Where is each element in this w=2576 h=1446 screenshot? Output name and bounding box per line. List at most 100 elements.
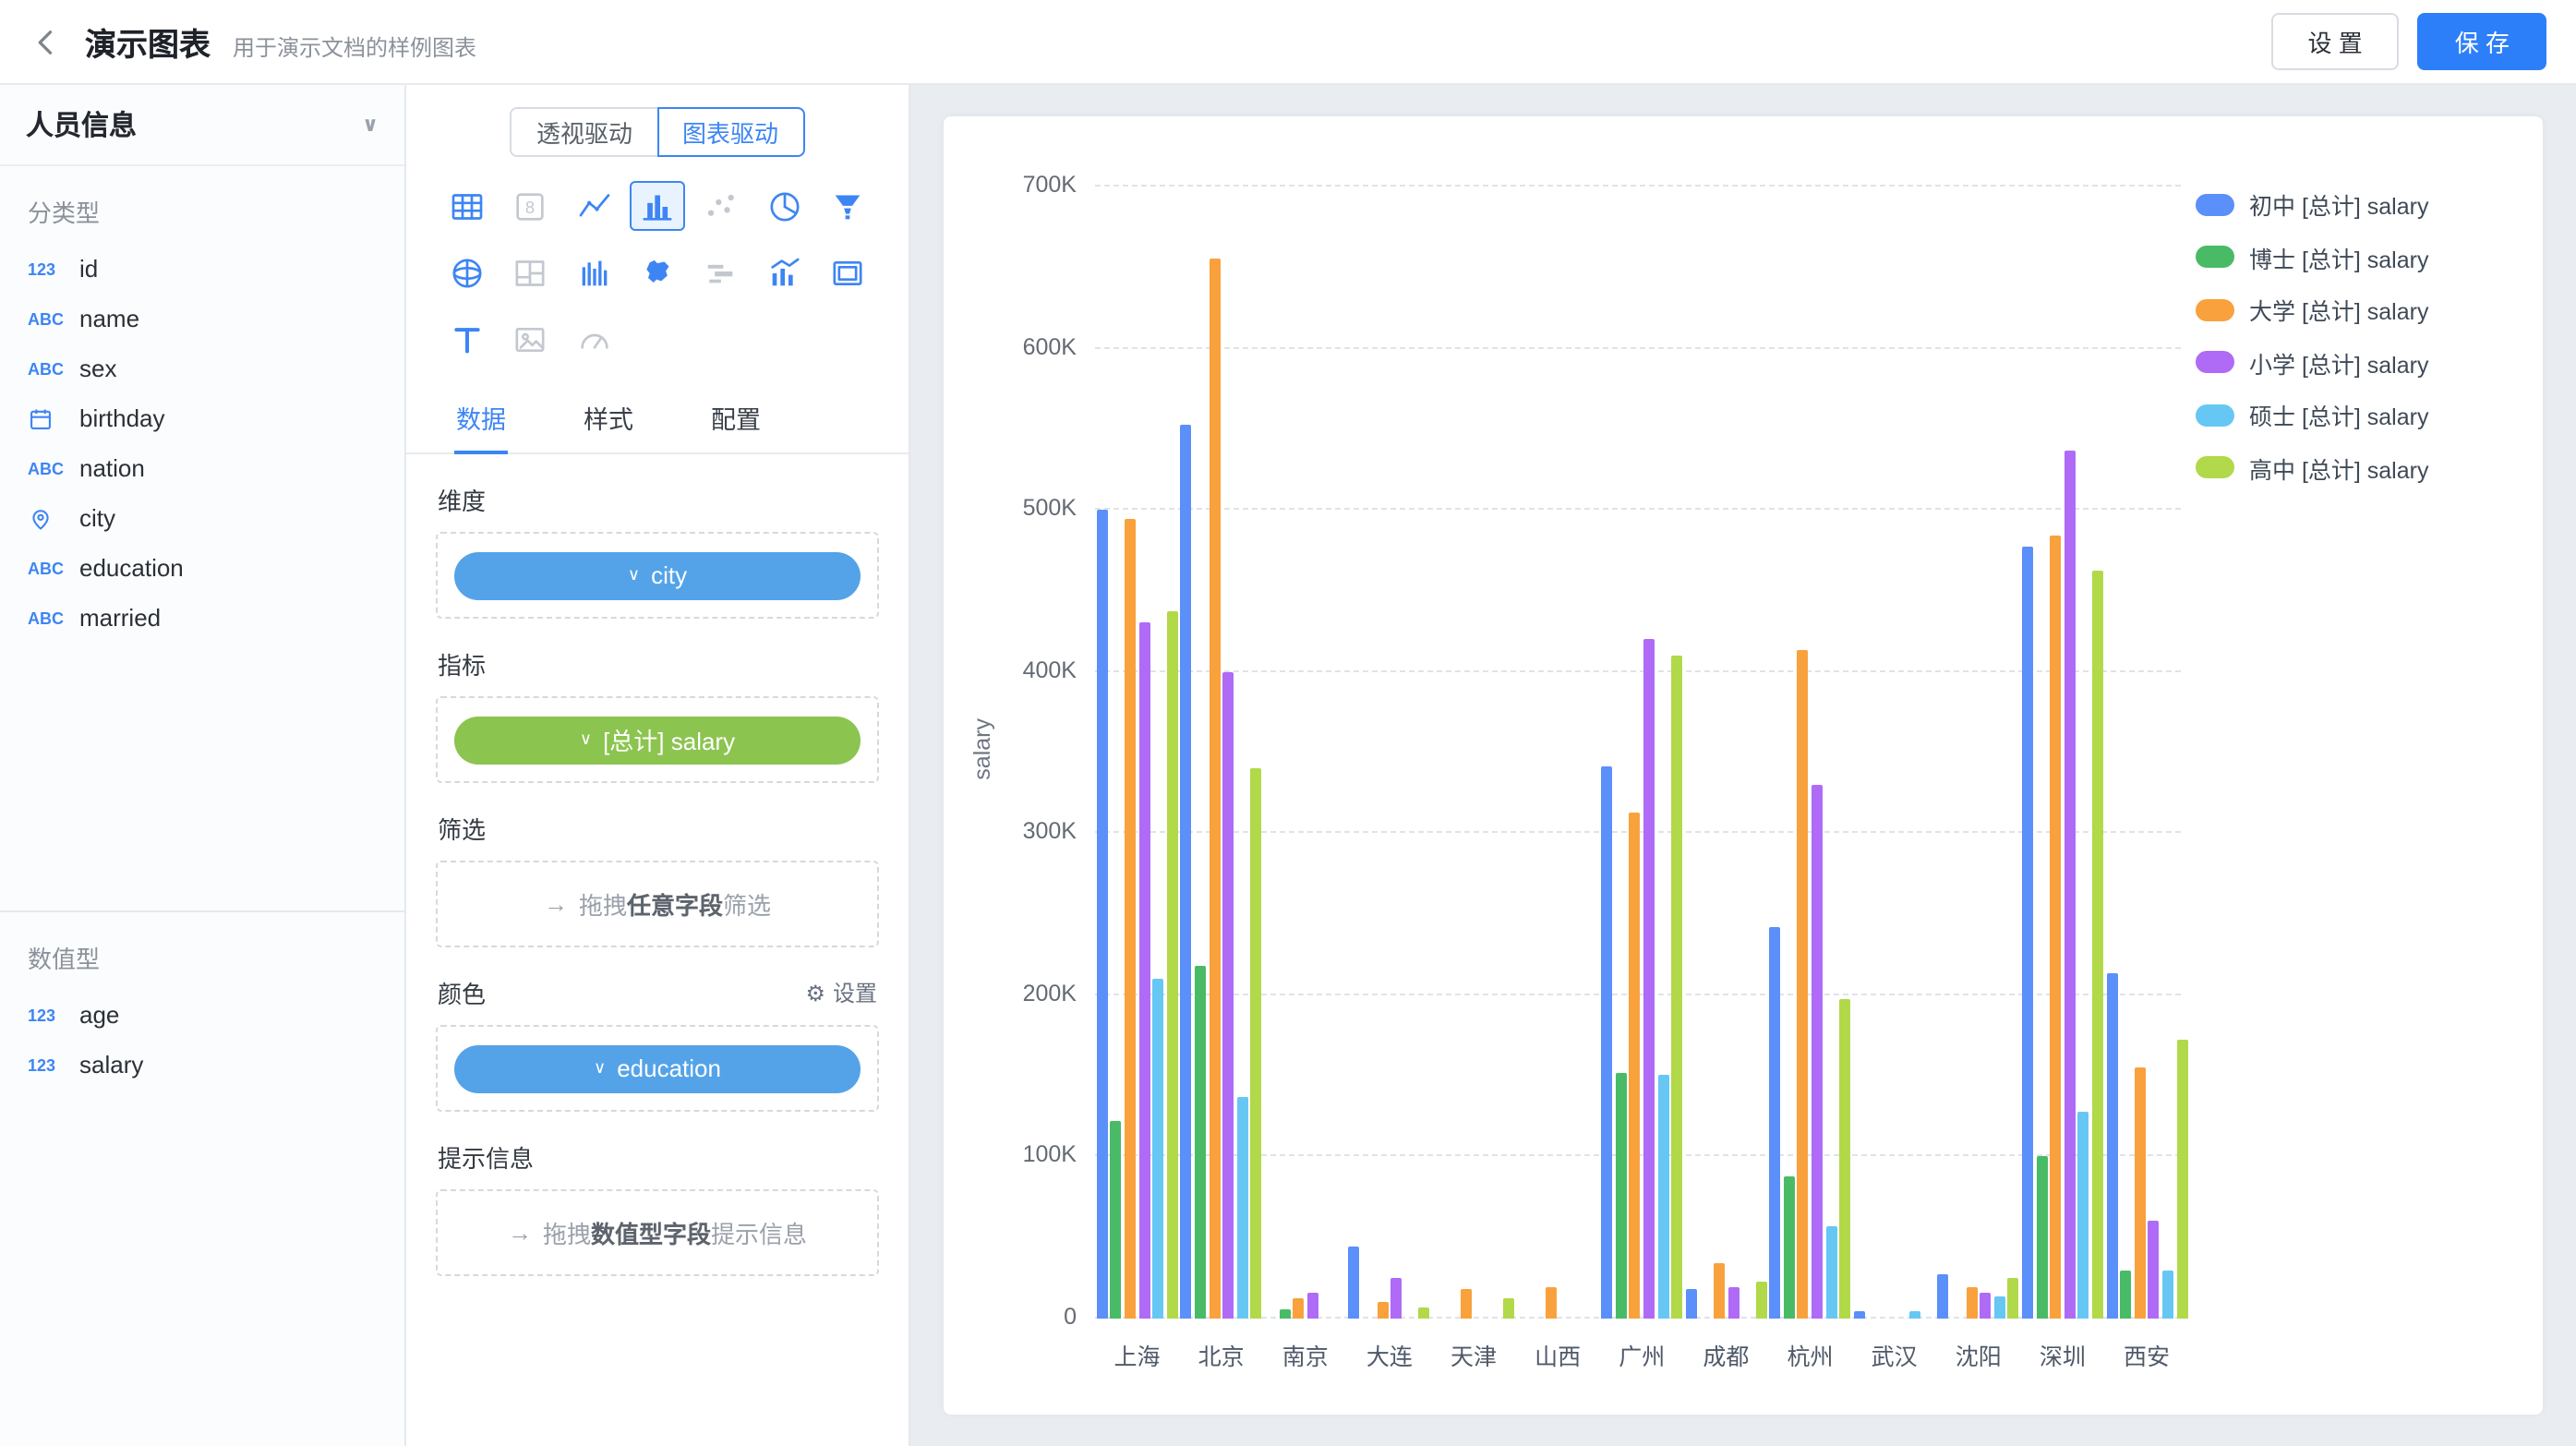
filter-zone-header: 筛选: [438, 811, 877, 846]
filter-dropzone[interactable]: → 拖拽任意字段筛选: [436, 861, 879, 947]
field-label: salary: [79, 1051, 143, 1078]
histogram-icon[interactable]: [566, 247, 621, 297]
page-title: 演示图表: [85, 18, 211, 65]
legend-label: 小学 [总计] salary: [2249, 344, 2429, 380]
field-item-city[interactable]: city: [0, 493, 404, 543]
field-section-categorical: 分类型123idABCnameABCsexbirthdayABCnationci…: [0, 166, 404, 910]
legend-item[interactable]: 大学 [总计] salary: [2196, 292, 2524, 327]
funnel-chart-icon[interactable]: [820, 181, 875, 231]
measure-pill-salary[interactable]: ∨ [总计] salary: [454, 716, 861, 764]
frame-icon[interactable]: [820, 247, 875, 297]
color-pill-education[interactable]: ∨ education: [454, 1044, 861, 1092]
x-axis-label: 杭州: [1788, 1337, 1834, 1372]
field-item-sex[interactable]: ABCsex: [0, 343, 404, 393]
dimension-dropzone[interactable]: ∨ city: [436, 532, 879, 619]
tab-data[interactable]: 数据: [454, 382, 508, 452]
text-icon[interactable]: [439, 314, 495, 364]
x-axis-label: 广州: [1619, 1337, 1665, 1372]
image-icon: [503, 314, 559, 364]
svg-text:8: 8: [526, 197, 536, 216]
numeric-field-icon: 123: [28, 259, 79, 278]
legend-item[interactable]: 硕士 [总计] salary: [2196, 397, 2524, 432]
dataset-name: 人员信息: [26, 105, 137, 144]
text-field-icon: ABC: [28, 609, 79, 627]
field-item-birthday[interactable]: birthday: [0, 393, 404, 443]
x-axis-label: 大连: [1366, 1337, 1413, 1372]
treemap-icon: [503, 247, 559, 297]
legend-swatch: [2196, 246, 2234, 268]
dataset-selector[interactable]: 人员信息 ∨: [0, 85, 404, 166]
app-window: 演示图表 用于演示文档的样例图表 设 置 保 存 人员信息 ∨ 分类型123id…: [0, 0, 2576, 1446]
field-item-age[interactable]: 123age: [0, 990, 404, 1040]
bar: [1616, 1073, 1627, 1319]
drag-arrow-icon: →: [544, 890, 568, 918]
tooltip-zone-header: 提示信息: [438, 1139, 877, 1175]
bar: [1980, 1293, 1991, 1319]
bar: [1825, 1226, 1836, 1319]
header-left: 演示图表 用于演示文档的样例图表: [30, 18, 476, 65]
bar: [2036, 1157, 2047, 1319]
legend-item[interactable]: 初中 [总计] salary: [2196, 187, 2524, 222]
bar: [1938, 1275, 1949, 1319]
field-item-id[interactable]: 123id: [0, 244, 404, 294]
bar: [1461, 1290, 1472, 1319]
text-field-icon: ABC: [28, 559, 79, 577]
y-tick-label: 300K: [1023, 819, 1077, 845]
legend-item[interactable]: 小学 [总计] salary: [2196, 344, 2524, 380]
field-item-married[interactable]: ABCmarried: [0, 593, 404, 643]
radar-chart-icon[interactable]: [439, 247, 495, 297]
legend-label: 大学 [总计] salary: [2249, 292, 2429, 327]
header: 演示图表 用于演示文档的样例图表 设 置 保 存: [0, 0, 2576, 85]
color-dropzone[interactable]: ∨ education: [436, 1025, 879, 1112]
field-item-education[interactable]: ABCeducation: [0, 543, 404, 593]
driver-mode-switch: 透视驱动图表驱动: [436, 107, 879, 157]
dimension-pill-city[interactable]: ∨ city: [454, 551, 861, 599]
tooltip-dropzone[interactable]: → 拖拽数值型字段提示信息: [436, 1189, 879, 1276]
color-zone-header: 颜色 ⚙ 设置: [438, 975, 877, 1010]
tab-config[interactable]: 配置: [709, 382, 763, 452]
pie-chart-icon[interactable]: [756, 181, 812, 231]
field-label: sex: [79, 355, 116, 382]
bar: [2050, 536, 2061, 1319]
save-button[interactable]: 保 存: [2418, 13, 2546, 70]
bar: [1125, 518, 1136, 1319]
bar: [1293, 1297, 1304, 1319]
bar: [1755, 1282, 1766, 1319]
bar: [1840, 998, 1851, 1319]
color-settings-button[interactable]: ⚙ 设置: [805, 977, 877, 1008]
legend-item[interactable]: 高中 [总计] salary: [2196, 450, 2524, 485]
legend-swatch: [2196, 298, 2234, 320]
tab-pivot-driven[interactable]: 透视驱动: [511, 107, 656, 157]
bar-group: 天津: [1432, 187, 1516, 1319]
tab-style[interactable]: 样式: [582, 382, 635, 452]
x-axis-label: 武汉: [1872, 1337, 1918, 1372]
bar: [2078, 1112, 2089, 1319]
y-tick-label: 200K: [1023, 981, 1077, 1006]
y-tick-label: 400K: [1023, 657, 1077, 682]
field-label: city: [79, 504, 115, 532]
chart-legend: 初中 [总计] salary 博士 [总计] salary 大学 [总计] sala…: [2196, 179, 2524, 1392]
field-item-salary[interactable]: 123salary: [0, 1040, 404, 1090]
x-axis-label: 沈阳: [1956, 1337, 2002, 1372]
chevron-down-icon: ∨: [628, 567, 640, 584]
field-item-nation[interactable]: ABCnation: [0, 443, 404, 493]
tab-chart-driven[interactable]: 图表驱动: [656, 107, 804, 157]
bar-chart-icon[interactable]: [630, 181, 685, 231]
word-cloud-icon: [693, 247, 749, 297]
bar: [1251, 769, 1262, 1319]
legend-swatch: [2196, 456, 2234, 478]
chevron-left-icon: [30, 25, 63, 58]
field-item-name[interactable]: ABCname: [0, 294, 404, 343]
line-chart-icon[interactable]: [566, 181, 621, 231]
color-settings-label: 设置: [833, 977, 877, 1008]
table-icon[interactable]: [439, 181, 495, 231]
combo-chart-icon[interactable]: [756, 247, 812, 297]
bar: [1714, 1263, 1725, 1319]
settings-button[interactable]: 设 置: [2271, 13, 2400, 70]
measure-dropzone[interactable]: ∨ [总计] salary: [436, 696, 879, 783]
bar-group: 成都: [1684, 187, 1768, 1319]
bar: [2176, 1039, 2187, 1319]
china-map-icon[interactable]: [630, 247, 685, 297]
legend-item[interactable]: 博士 [总计] salary: [2196, 239, 2524, 274]
back-button[interactable]: [30, 25, 63, 58]
